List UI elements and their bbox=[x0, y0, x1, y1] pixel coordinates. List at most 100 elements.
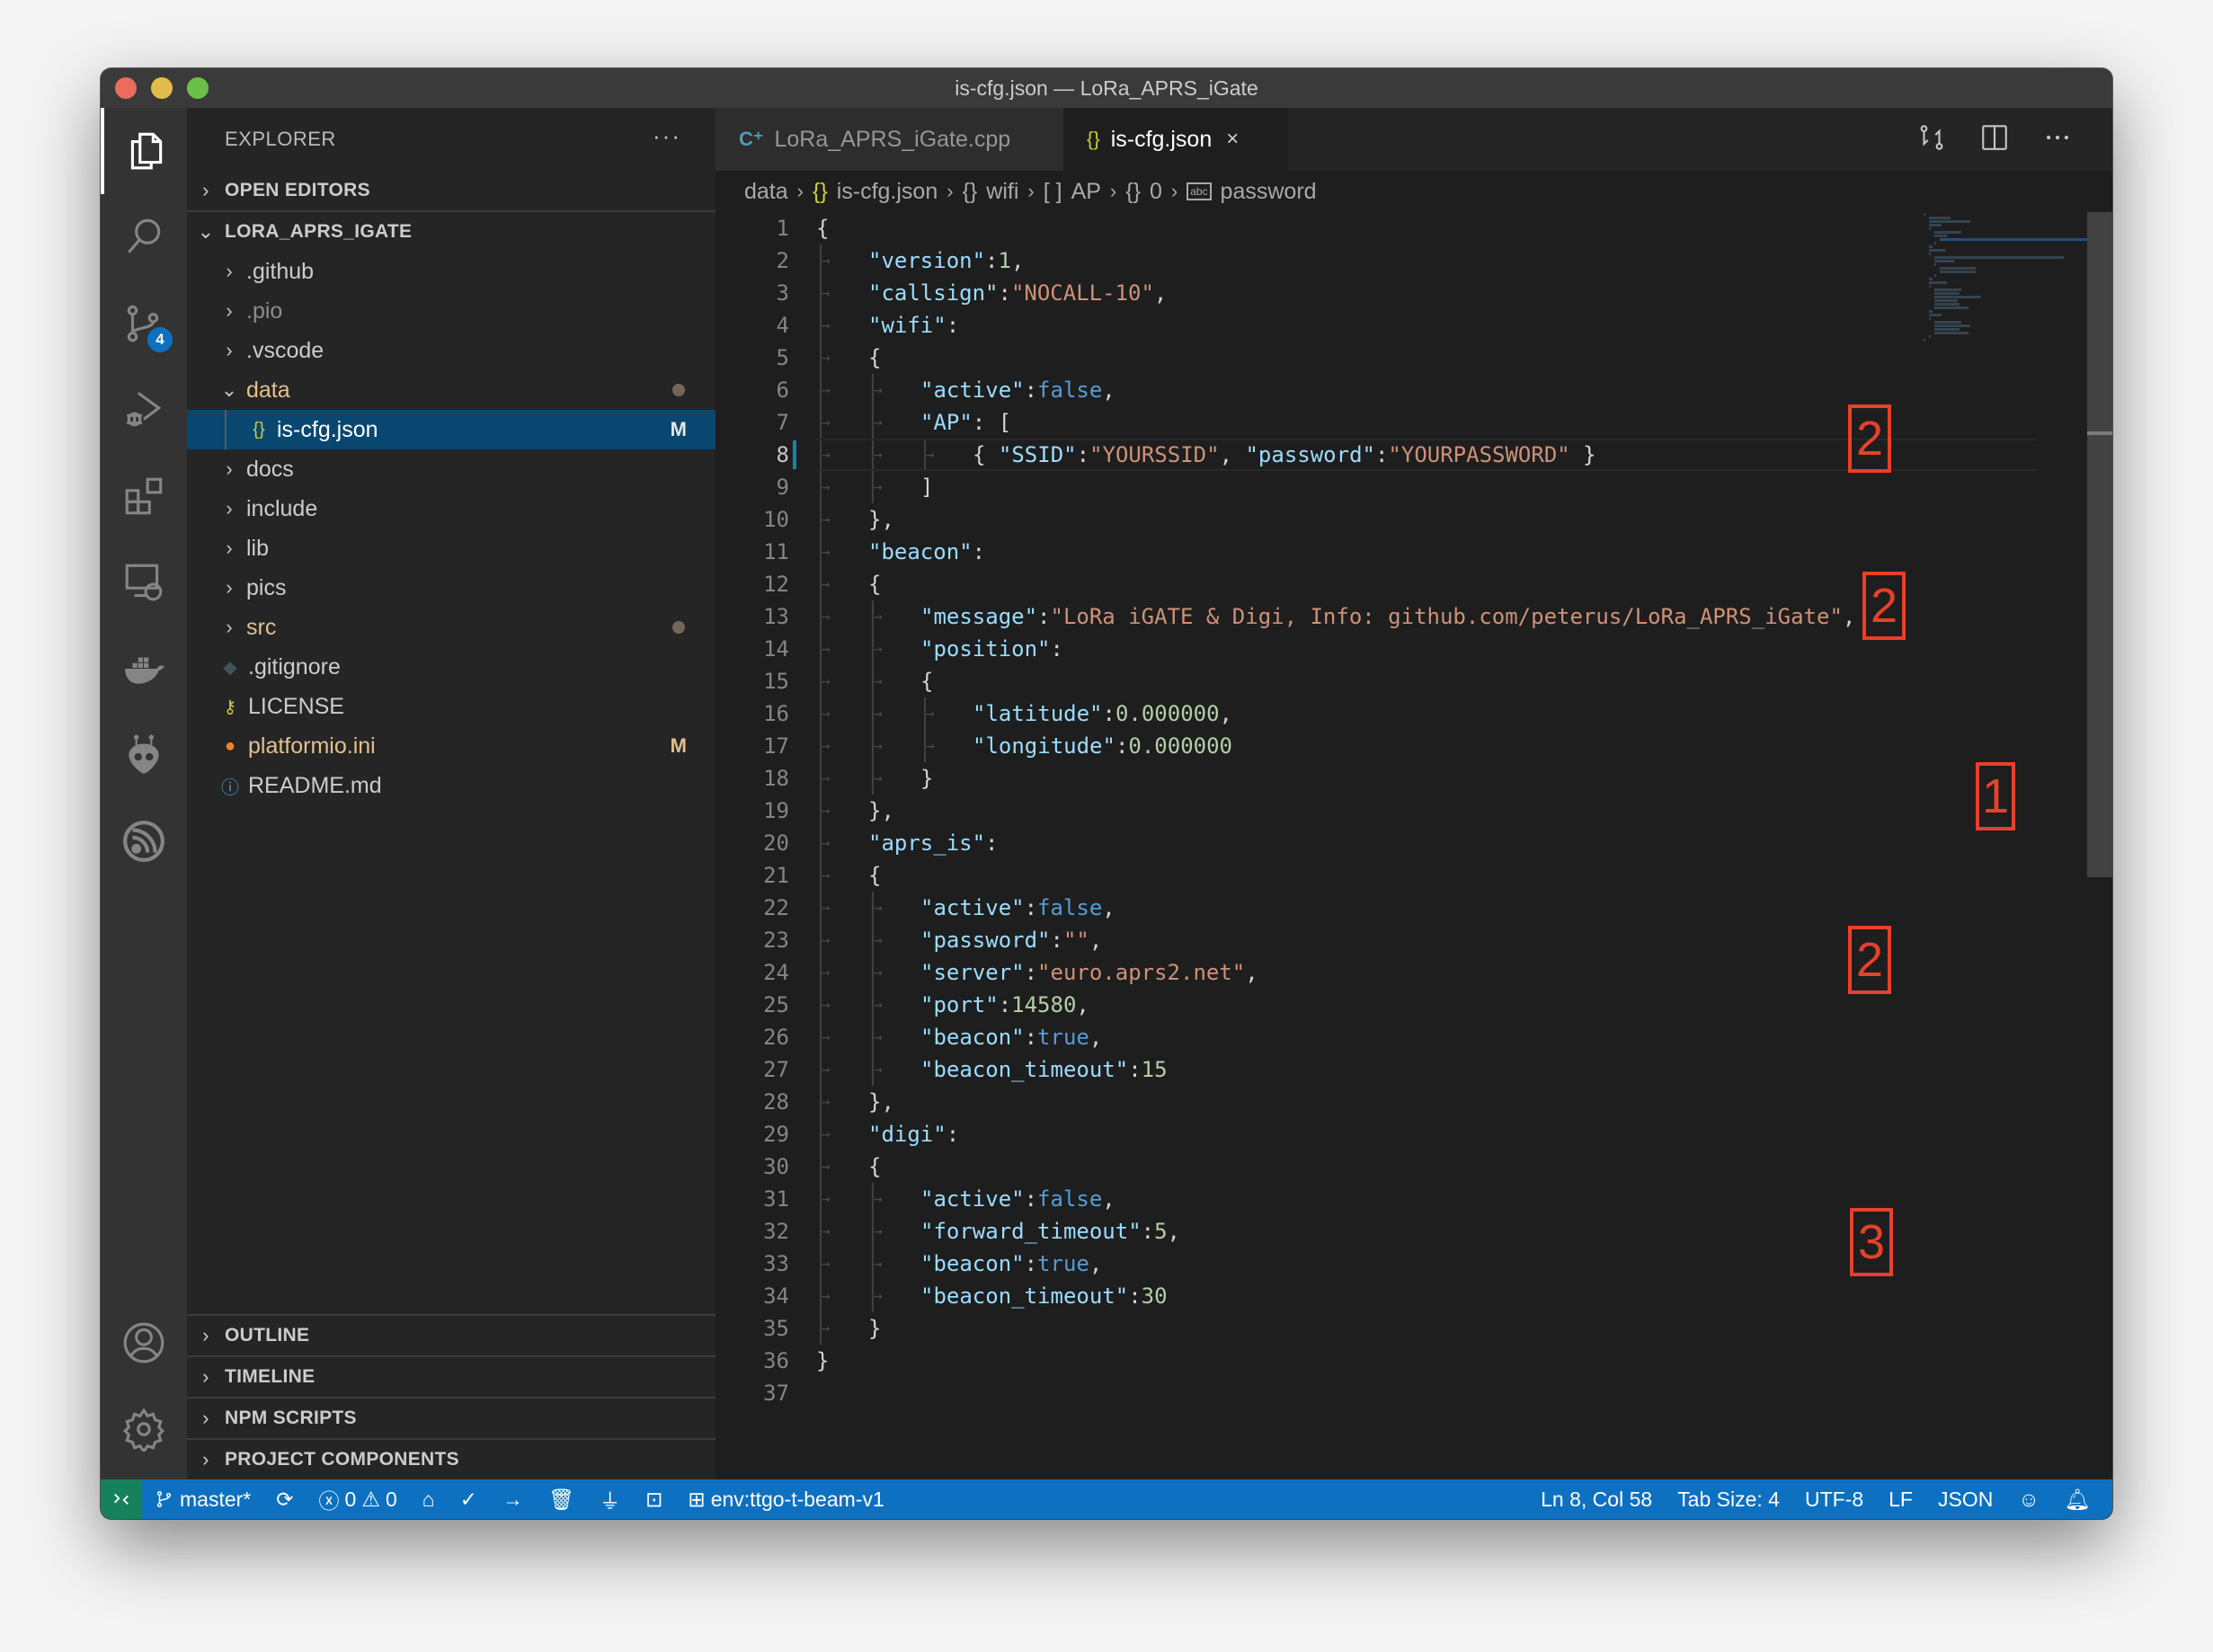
code-line[interactable]: 14 → → "position": bbox=[715, 633, 2037, 665]
code-line[interactable]: 15 → → { bbox=[715, 665, 2037, 697]
activity-source-control[interactable]: 4 bbox=[101, 280, 187, 367]
problems-button[interactable]: ⓧ 0 ⚠ 0 bbox=[307, 1484, 410, 1514]
outline-section[interactable]: › OUTLINE bbox=[187, 1316, 715, 1355]
code-line[interactable]: 30 → { bbox=[715, 1150, 2037, 1183]
git-branch[interactable]: master* bbox=[142, 1488, 263, 1512]
activity-extensions[interactable] bbox=[101, 453, 187, 539]
code-line[interactable]: 29 → "digi": bbox=[715, 1118, 2037, 1150]
code-line[interactable]: 7 → → "AP": [ bbox=[715, 406, 2037, 439]
tree-item-docs[interactable]: › docs bbox=[187, 449, 715, 489]
tab-is-cfg-json[interactable]: {} is-cfg.json × bbox=[1063, 108, 1288, 171]
code-line[interactable]: 32 → → "forward_timeout":5, bbox=[715, 1215, 2037, 1248]
feedback-button[interactable]: ☺ bbox=[2005, 1488, 2051, 1512]
activity-remote-explorer[interactable] bbox=[101, 539, 187, 626]
code-line[interactable]: 13 → → "message":"LoRa iGATE & Digi, Info: … bbox=[715, 600, 2037, 633]
tree-item-lib[interactable]: › lib bbox=[187, 528, 715, 568]
code-line[interactable]: 6 → → "active":false, bbox=[715, 374, 2037, 406]
tree-item-data[interactable]: ⌄ data bbox=[187, 370, 715, 410]
tree-item-readme[interactable]: ⓘ README.md bbox=[187, 766, 715, 805]
tree-item-platformio-ini[interactable]: ● platformio.ini M bbox=[187, 726, 715, 766]
vertical-scrollbar[interactable] bbox=[2087, 212, 2112, 877]
more-actions-icon[interactable] bbox=[2042, 122, 2073, 153]
activity-espressif[interactable] bbox=[101, 798, 187, 884]
code-line[interactable]: 16 → → → "latitude":0.000000, bbox=[715, 697, 2037, 730]
cursor-position[interactable]: Ln 8, Col 58 bbox=[1528, 1488, 1665, 1512]
code-line[interactable]: 36} bbox=[715, 1345, 2037, 1377]
activity-accounts[interactable] bbox=[101, 1300, 187, 1386]
pio-env-button[interactable]: ⊞ env:ttgo-t-beam-v1 bbox=[675, 1488, 896, 1512]
code-line[interactable]: 5 → { bbox=[715, 342, 2037, 374]
code-line[interactable]: 2 → "version":1, bbox=[715, 244, 2037, 277]
breadcrumb-data[interactable]: data bbox=[744, 179, 788, 205]
pio-terminal-button[interactable]: ⊡ bbox=[633, 1488, 675, 1512]
project-components-section[interactable]: › PROJECT COMPONENTS bbox=[187, 1440, 715, 1479]
notifications-button[interactable]: 🔔︎ bbox=[2052, 1488, 2112, 1512]
breadcrumb-ap[interactable]: AP bbox=[1071, 179, 1101, 205]
breadcrumb-password[interactable]: password bbox=[1221, 179, 1317, 205]
activity-search[interactable] bbox=[101, 194, 187, 280]
tab-lora-aprs-igate-cpp[interactable]: C⁺ LoRa_APRS_iGate.cpp bbox=[715, 108, 1063, 171]
activity-explorer[interactable] bbox=[101, 108, 187, 194]
code-line[interactable]: 8 → → →{ "SSID":"YOURSSID", "password":"YOU… bbox=[715, 439, 2037, 471]
code-line[interactable]: 31 → → "active":false, bbox=[715, 1183, 2037, 1215]
tree-item-pics[interactable]: › pics bbox=[187, 568, 715, 608]
npm-scripts-section[interactable]: › NPM SCRIPTS bbox=[187, 1399, 715, 1438]
code-line[interactable]: 23 → → "password":"", bbox=[715, 924, 2037, 956]
code-line[interactable]: 27 → → "beacon_timeout":15 bbox=[715, 1053, 2037, 1086]
code-line[interactable]: 34 → → "beacon_timeout":30 bbox=[715, 1280, 2037, 1312]
activity-platformio[interactable] bbox=[101, 712, 187, 798]
tab-size[interactable]: Tab Size: 4 bbox=[1665, 1488, 1792, 1512]
code-line[interactable]: 10 →}, bbox=[715, 503, 2037, 536]
code-line[interactable]: 9 → →] bbox=[715, 471, 2037, 503]
code-line[interactable]: 24 → → "server":"euro.aprs2.net", bbox=[715, 956, 2037, 989]
tree-item-include[interactable]: › include bbox=[187, 489, 715, 528]
code-line[interactable]: 18 → →} bbox=[715, 762, 2037, 795]
breadcrumb-wifi[interactable]: wifi bbox=[986, 179, 1018, 205]
tree-item-pio[interactable]: › .pio bbox=[187, 291, 715, 331]
code-line[interactable]: 12 → { bbox=[715, 568, 2037, 600]
code-line[interactable]: 17 → → → "longitude":0.000000 bbox=[715, 730, 2037, 762]
breadcrumb-file[interactable]: is-cfg.json bbox=[837, 179, 938, 205]
code-line[interactable]: 3 → "callsign":"NOCALL-10", bbox=[715, 277, 2037, 309]
code-line[interactable]: 4 → "wifi": bbox=[715, 309, 2037, 342]
split-editor-icon[interactable] bbox=[1979, 122, 2010, 153]
more-actions-icon[interactable]: ··· bbox=[653, 122, 681, 150]
minimap[interactable] bbox=[1924, 212, 2093, 342]
encoding[interactable]: UTF-8 bbox=[1792, 1488, 1876, 1512]
close-tab-icon[interactable]: × bbox=[1226, 127, 1239, 152]
activity-run-debug[interactable] bbox=[101, 367, 187, 453]
minimize-window-button[interactable] bbox=[151, 77, 173, 99]
pio-build-button[interactable]: ✓ bbox=[448, 1488, 490, 1512]
tree-item-vscode[interactable]: › .vscode bbox=[187, 331, 715, 370]
activity-manage[interactable] bbox=[101, 1386, 187, 1472]
code-line[interactable]: 19 →}, bbox=[715, 795, 2037, 827]
code-editor[interactable]: 1{2 → "version":1, 3 → "callsign":"NOCALL-10"… bbox=[715, 212, 2037, 1409]
tree-item-gitignore[interactable]: ◆ .gitignore bbox=[187, 647, 715, 687]
activity-docker[interactable] bbox=[101, 626, 187, 712]
compare-changes-icon[interactable] bbox=[1916, 122, 1947, 153]
code-line[interactable]: 28 →}, bbox=[715, 1086, 2037, 1118]
tree-item-github[interactable]: › .github bbox=[187, 252, 715, 291]
code-line[interactable]: 11 → "beacon": bbox=[715, 536, 2037, 568]
project-section[interactable]: ⌄ LORA_APRS_IGATE bbox=[187, 212, 715, 252]
code-line[interactable]: 37 bbox=[715, 1377, 2037, 1409]
tree-item-license[interactable]: ⚷ LICENSE bbox=[187, 687, 715, 726]
code-line[interactable]: 35 →} bbox=[715, 1312, 2037, 1345]
code-line[interactable]: 26 → → "beacon":true, bbox=[715, 1021, 2037, 1053]
breadcrumb-index[interactable]: 0 bbox=[1150, 179, 1162, 205]
end-of-line[interactable]: LF bbox=[1876, 1488, 1925, 1512]
open-editors-section[interactable]: › OPEN EDITORS bbox=[187, 171, 715, 210]
maximize-window-button[interactable] bbox=[187, 77, 209, 99]
pio-upload-button[interactable]: → bbox=[490, 1488, 536, 1512]
code-line[interactable]: 1{ bbox=[715, 212, 2037, 244]
tree-item-is-cfg-json[interactable]: {} is-cfg.json M bbox=[187, 410, 715, 449]
pio-clean-button[interactable]: 🗑 bbox=[536, 1488, 587, 1512]
code-line[interactable]: 33 → → "beacon":true, bbox=[715, 1248, 2037, 1280]
sync-button[interactable]: ⟳ bbox=[263, 1488, 306, 1512]
code-line[interactable]: 22 → → "active":false, bbox=[715, 892, 2037, 924]
timeline-section[interactable]: › TIMELINE bbox=[187, 1357, 715, 1397]
pio-home-button[interactable]: ⌂ bbox=[410, 1488, 448, 1512]
code-line[interactable]: 20 → "aprs_is": bbox=[715, 827, 2037, 859]
tree-item-src[interactable]: › src bbox=[187, 608, 715, 647]
code-line[interactable]: 25 → → "port":14580, bbox=[715, 989, 2037, 1021]
